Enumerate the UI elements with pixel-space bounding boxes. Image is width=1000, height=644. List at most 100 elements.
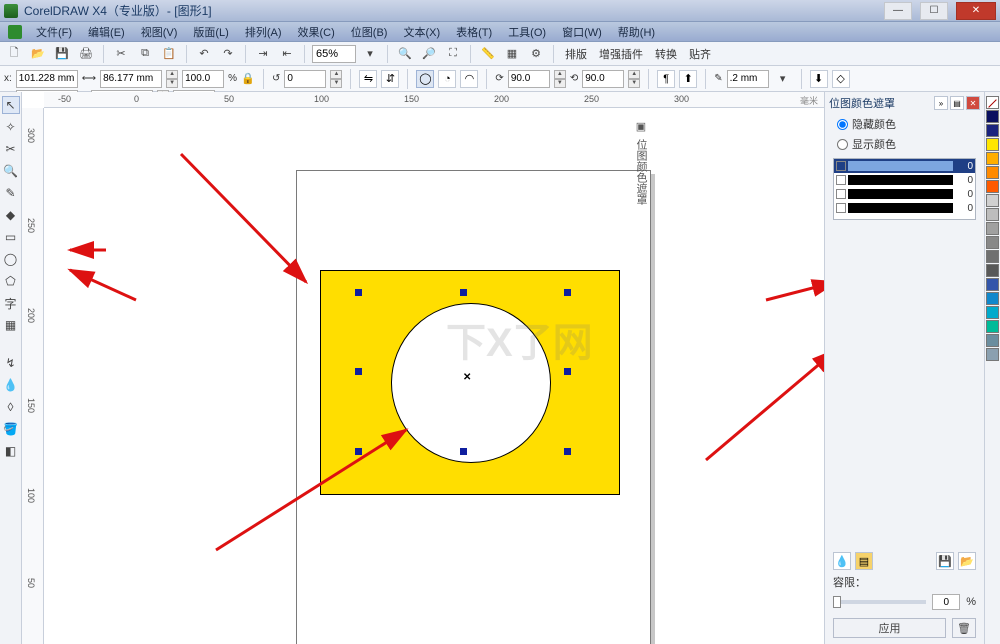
table-tool-icon[interactable]: ▦ [2,316,20,334]
docker-close-icon[interactable]: ✕ [966,96,980,110]
menu-file[interactable]: 文件(F) [30,22,78,42]
spin-rot[interactable]: ▲▼ [330,70,342,88]
eyedropper-icon[interactable]: 💧 [833,552,851,570]
palette-swatch[interactable] [986,278,999,291]
palette-swatch[interactable] [986,180,999,193]
scalex-field[interactable] [182,70,224,88]
menu-help[interactable]: 帮助(H) [612,22,661,42]
drawing-canvas[interactable]: 下X了网 ✕ [66,110,824,644]
x-field[interactable] [16,70,78,88]
show-colors-radio[interactable]: 显示颜色 [837,136,980,152]
apply-button[interactable]: 应用 [833,618,946,638]
tolerance-slider[interactable] [833,600,926,604]
docker-options-icon[interactable]: ▤ [950,96,964,110]
zoom-tool-icon[interactable]: 🔍 [2,162,20,180]
ellipse-mode-icon[interactable]: ◯ [416,70,434,88]
mask-row[interactable]: 0 [834,187,975,201]
menu-view[interactable]: 视图(V) [135,22,184,42]
selection-handle[interactable] [564,289,571,296]
arc-mode-icon[interactable]: ◠ [460,70,478,88]
hide-colors-radio[interactable]: 隐藏颜色 [837,116,980,132]
mask-row[interactable]: 0 [834,173,975,187]
mirror-h-icon[interactable]: ⇋ [359,70,377,88]
zoom-dropdown-icon[interactable]: ▾ [360,44,380,64]
pie-mode-icon[interactable]: ◔ [438,70,456,88]
polygon-tool-icon[interactable]: ⬠ [2,272,20,290]
maximize-button[interactable]: ☐ [920,2,948,20]
palette-swatch[interactable] [986,250,999,263]
mask-row[interactable]: 0 [834,159,975,173]
convert-curves-icon[interactable]: ◇ [832,70,850,88]
docker-tab-strip[interactable]: ▣ 位图颜色遮罩 [634,92,648,644]
delete-mask-icon[interactable]: 🗑 [952,618,976,638]
palette-swatch[interactable] [986,110,999,123]
color-mask-list[interactable]: 0 0 0 0 [833,158,976,220]
close-button[interactable]: ✕ [956,2,996,20]
grid-icon[interactable]: ▦ [502,44,522,64]
palette-swatch[interactable] [986,152,999,165]
print-icon[interactable]: 🖨 [76,44,96,64]
edit-color-icon[interactable]: ▤ [855,552,873,570]
import-icon[interactable]: ⇥ [253,44,273,64]
to-back-icon[interactable]: ⬇ [810,70,828,88]
ruler-icon[interactable]: 📏 [478,44,498,64]
mask-check-icon[interactable] [836,161,846,171]
selection-handle[interactable] [460,448,467,455]
palette-swatch[interactable] [986,334,999,347]
interactive-fill-icon[interactable]: ◧ [2,442,20,460]
zoom-in-icon[interactable]: 🔍 [395,44,415,64]
snap-label[interactable]: 贴齐 [685,44,715,64]
export-icon[interactable]: ⇤ [277,44,297,64]
palette-swatch[interactable] [986,208,999,221]
fullscreen-icon[interactable]: ⛶ [443,44,463,64]
palette-swatch[interactable] [986,292,999,305]
horizontal-ruler[interactable]: -50 0 50 100 150 200 250 300 毫米 [44,92,824,108]
wrap-icon[interactable]: ¶ [657,70,675,88]
smartfill-tool-icon[interactable]: ◆ [2,206,20,224]
menu-text[interactable]: 文本(X) [397,22,446,42]
palette-swatch[interactable] [986,264,999,277]
outline-width-field[interactable] [727,70,769,88]
palette-swatch[interactable] [986,166,999,179]
fill-tool-icon[interactable]: 🪣 [2,420,20,438]
freehand-tool-icon[interactable]: ✎ [2,184,20,202]
no-fill-swatch[interactable] [986,96,999,109]
cut-icon[interactable]: ✂ [111,44,131,64]
crop-tool-icon[interactable]: ✂ [2,140,20,158]
selection-handle[interactable] [355,448,362,455]
menu-arrange[interactable]: 排列(A) [239,22,288,42]
menu-window[interactable]: 窗口(W) [556,22,608,42]
convert-label[interactable]: 转换 [651,44,681,64]
selection-handle[interactable] [355,289,362,296]
vertical-ruler[interactable]: 300 250 200 150 100 50 0 [22,108,44,644]
tolerance-value[interactable] [932,594,960,610]
rotation-field[interactable] [284,70,326,88]
blend-tool-icon[interactable]: ↯ [2,354,20,372]
palette-swatch[interactable] [986,222,999,235]
palette-swatch[interactable] [986,194,999,207]
spin-w[interactable]: ▲▼ [166,70,178,88]
menu-edit[interactable]: 编辑(E) [82,22,131,42]
save-mask-icon[interactable]: 💾 [936,552,954,570]
redo-icon[interactable]: ↷ [218,44,238,64]
palette-swatch[interactable] [986,124,999,137]
selection-handle[interactable] [460,289,467,296]
end-angle-field[interactable] [582,70,624,88]
copy-icon[interactable]: ⧉ [135,44,155,64]
open-icon[interactable]: 📂 [28,44,48,64]
docker-collapse-icon[interactable]: » [934,96,948,110]
options-icon[interactable]: ⚙ [526,44,546,64]
palette-swatch[interactable] [986,320,999,333]
outline-dropdown-icon[interactable]: ▾ [773,69,793,89]
palette-swatch[interactable] [986,306,999,319]
text-tool-icon[interactable]: 字 [2,294,20,312]
start-angle-field[interactable] [508,70,550,88]
plugin-label[interactable]: 增强插件 [595,44,647,64]
pick-tool-icon[interactable]: ↖ [2,96,20,114]
zoom-out-icon[interactable]: 🔎 [419,44,439,64]
save-icon[interactable]: 💾 [52,44,72,64]
menu-table[interactable]: 表格(T) [450,22,498,42]
selection-handle[interactable] [355,368,362,375]
w-field[interactable] [100,70,162,88]
rectangle-tool-icon[interactable]: ▭ [2,228,20,246]
